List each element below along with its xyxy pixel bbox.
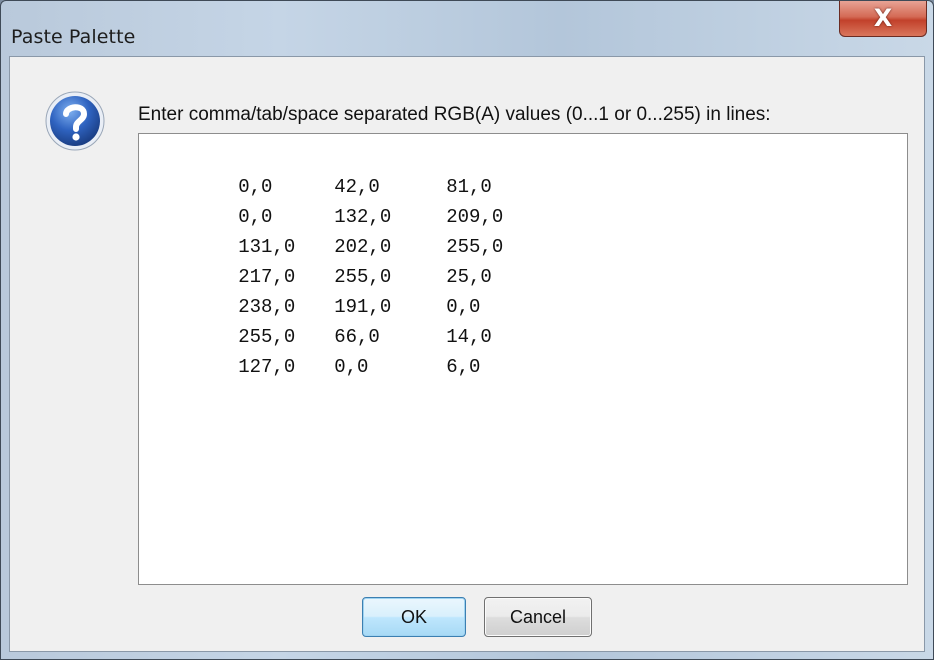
- blue-value: 0,0: [446, 296, 481, 318]
- cancel-button[interactable]: Cancel: [484, 597, 592, 637]
- green-value: 255,0: [334, 266, 392, 288]
- red-value: 131,0: [238, 236, 296, 258]
- red-value: 0,0: [238, 176, 273, 198]
- red-value: 0,0: [238, 206, 273, 228]
- red-value: 238,0: [238, 296, 296, 318]
- palette-textarea[interactable]: 0,0 42,0 81,0 0,0 132,0 209,0 131,0 202,0 255,…: [138, 133, 908, 585]
- question-icon: [45, 91, 105, 151]
- paste-palette-window: Paste Palette X Enter comma/tab/space se…: [0, 0, 934, 660]
- green-value: 0,0: [334, 356, 369, 378]
- green-value: 202,0: [334, 236, 392, 258]
- blue-value: 255,0: [446, 236, 504, 258]
- window-title: Paste Palette: [11, 26, 136, 48]
- close-button[interactable]: X: [839, 1, 927, 37]
- green-value: 191,0: [334, 296, 392, 318]
- blue-value: 25,0: [446, 266, 492, 288]
- red-value: 127,0: [238, 356, 296, 378]
- palette-line: 0,0 42,0 81,0: [147, 142, 907, 198]
- blue-value: 6,0: [446, 356, 481, 378]
- green-value: 132,0: [334, 206, 392, 228]
- dialog-body: Enter comma/tab/space separated RGB(A) v…: [9, 56, 925, 652]
- red-value: 255,0: [238, 326, 296, 348]
- close-icon: X: [873, 4, 893, 32]
- green-value: 42,0: [334, 176, 380, 198]
- blue-value: 81,0: [446, 176, 492, 198]
- title-bar[interactable]: Paste Palette X: [1, 1, 933, 55]
- red-value: 217,0: [238, 266, 296, 288]
- green-value: 66,0: [334, 326, 380, 348]
- ok-button[interactable]: OK: [362, 597, 466, 637]
- blue-value: 209,0: [446, 206, 504, 228]
- blue-value: 14,0: [446, 326, 492, 348]
- prompt-label: Enter comma/tab/space separated RGB(A) v…: [138, 104, 771, 125]
